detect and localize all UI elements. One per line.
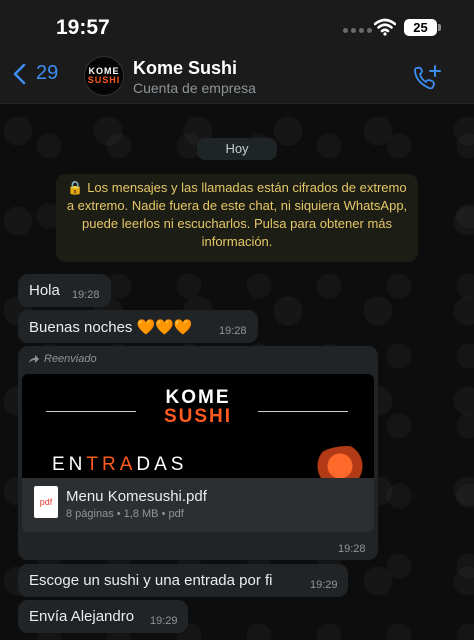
- status-time: 19:57: [56, 16, 110, 39]
- preview-title: ENTRADAS: [52, 454, 187, 476]
- preview-logo-bottom: SUSHI: [163, 406, 233, 427]
- chat-header: 29 KOME SUSHI Kome Sushi Cuenta de empre…: [0, 52, 474, 104]
- cellular-signal-icon: [343, 28, 372, 33]
- contact-name[interactable]: Kome Sushi: [133, 58, 237, 79]
- message-text: Escoge un sushi y una entrada por fi: [29, 572, 273, 589]
- battery-icon: 25: [404, 19, 437, 36]
- message-bubble[interactable]: Escoge un sushi y una entrada por fi 19:…: [18, 564, 348, 597]
- document-file[interactable]: pdf Menu Komesushi.pdf 8 páginas • 1,8 M…: [22, 478, 374, 532]
- add-call-button[interactable]: [412, 64, 442, 92]
- document-preview[interactable]: KOME SUSHI ENTRADAS: [22, 374, 374, 478]
- avatar[interactable]: KOME SUSHI: [84, 56, 124, 96]
- preview-title-highlight: TRA: [86, 454, 137, 475]
- preview-food-image: [312, 446, 374, 478]
- message-text: Envía Alejandro: [29, 608, 135, 625]
- unread-count: 29: [36, 62, 59, 84]
- message-bubble[interactable]: Hola 19:28: [18, 274, 111, 307]
- preview-divider-left: [46, 411, 136, 412]
- battery-nub: [438, 24, 441, 31]
- message-time: 19:29: [150, 615, 178, 627]
- forwarded-text: Reenviado: [44, 353, 97, 365]
- forwarded-document-message[interactable]: Reenviado KOME SUSHI ENTRADAS pdf Menu K…: [18, 346, 378, 560]
- message-text: Hola: [29, 282, 60, 299]
- message-time: 19:28: [72, 289, 100, 301]
- file-name: Menu Komesushi.pdf: [66, 488, 207, 505]
- message-time: 19:28: [338, 543, 366, 555]
- preview-divider-right: [258, 411, 348, 412]
- back-button[interactable]: 29: [12, 62, 58, 85]
- preview-title-part: EN: [52, 454, 87, 475]
- preview-logo-top: KOME: [165, 387, 231, 408]
- encryption-notice[interactable]: 🔒 Los mensajes y las llamadas están cifr…: [56, 174, 418, 262]
- chevron-left-icon: [13, 63, 26, 84]
- preview-logo: KOME SUSHI: [162, 388, 234, 426]
- forwarded-label: Reenviado: [28, 353, 97, 365]
- avatar-logo-bottom: SUSHI: [87, 75, 121, 85]
- message-time: 19:28: [219, 325, 247, 337]
- message-bubble[interactable]: Buenas noches 🧡🧡🧡 19:28: [18, 310, 258, 343]
- forward-arrow-icon: [29, 355, 39, 363]
- message-bubble[interactable]: Envía Alejandro 19:29: [18, 600, 188, 633]
- wifi-icon: [374, 18, 396, 36]
- preview-title-part: DAS: [136, 454, 188, 475]
- pdf-file-icon: pdf: [34, 486, 58, 518]
- message-text: Buenas noches 🧡🧡🧡: [29, 319, 193, 336]
- date-divider: Hoy: [197, 138, 277, 160]
- message-time: 19:29: [310, 579, 338, 591]
- status-bar: 19:57 25: [0, 0, 474, 52]
- file-meta: 8 páginas • 1,8 MB • pdf: [66, 508, 184, 520]
- contact-subtitle: Cuenta de empresa: [133, 80, 256, 96]
